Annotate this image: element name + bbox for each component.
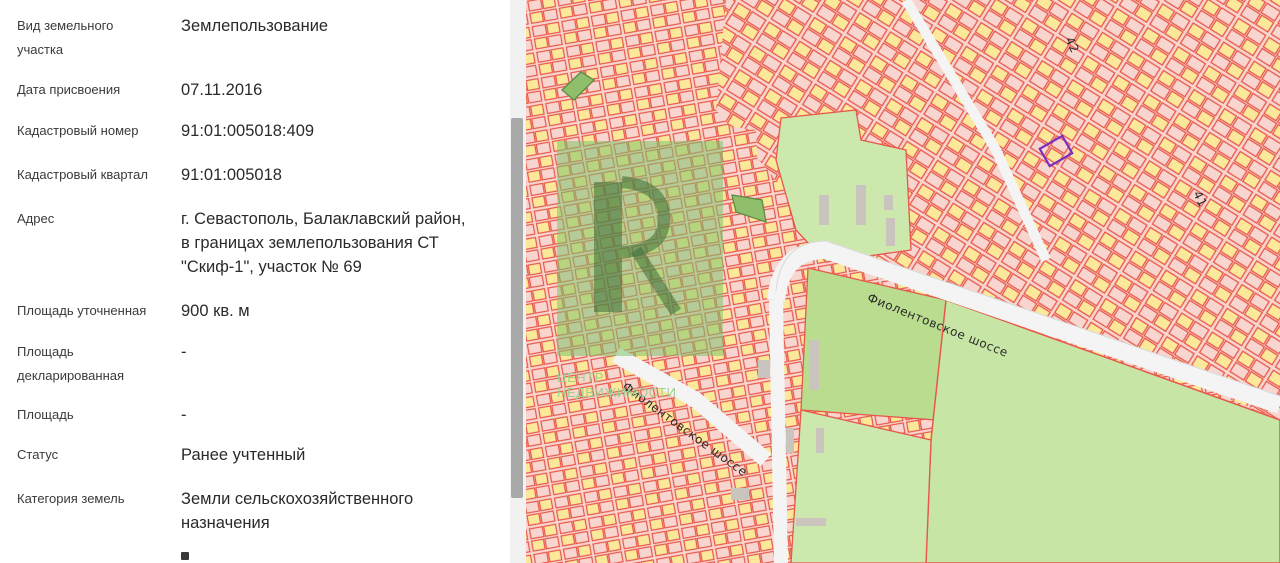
property-label: Вид земельного участка bbox=[17, 18, 114, 57]
property-label: Площадь уточненная bbox=[17, 303, 147, 318]
realty-center-watermark bbox=[557, 141, 723, 356]
property-label: Дата присвоения bbox=[17, 82, 121, 97]
scrollbar-thumb[interactable] bbox=[511, 118, 523, 498]
property-label: Кадастровый номер bbox=[17, 123, 139, 138]
cadastral-map[interactable]: Фиолентовское шоссе Фиолентовское шоссе … bbox=[526, 0, 1280, 563]
watermark-caption: ЦЕНТР НЕДВИЖИМОСТИ bbox=[557, 370, 677, 400]
property-label: Кадастровый квартал bbox=[17, 167, 148, 182]
property-label: Адрес bbox=[17, 211, 55, 226]
property-value: 07.11.2016 bbox=[181, 81, 263, 99]
property-label: Категория земель bbox=[17, 491, 125, 506]
cut-off-text-fragment bbox=[181, 552, 189, 560]
property-value: г. Севастополь, Балаклавский район, в гр… bbox=[181, 210, 466, 276]
property-value: 900 кв. м bbox=[181, 302, 250, 320]
property-value: Земли сельскохозяйственного назначения bbox=[181, 490, 414, 532]
map-canvas[interactable] bbox=[526, 0, 1280, 563]
road-vertical-link bbox=[769, 299, 788, 563]
property-value: - bbox=[181, 406, 187, 424]
property-value: Ранее учтенный bbox=[181, 446, 306, 464]
property-value: 91:01:005018:409 bbox=[181, 122, 315, 140]
property-info-panel: Вид земельного участка Землепользование … bbox=[0, 0, 510, 563]
property-value: Землепользование bbox=[181, 17, 329, 35]
property-label: Площадь bbox=[17, 407, 74, 422]
property-value: 91:01:005018 bbox=[181, 166, 282, 184]
property-label: Статус bbox=[17, 447, 59, 462]
property-label: Площадь декларированная bbox=[17, 344, 125, 383]
property-value: - bbox=[181, 343, 187, 361]
